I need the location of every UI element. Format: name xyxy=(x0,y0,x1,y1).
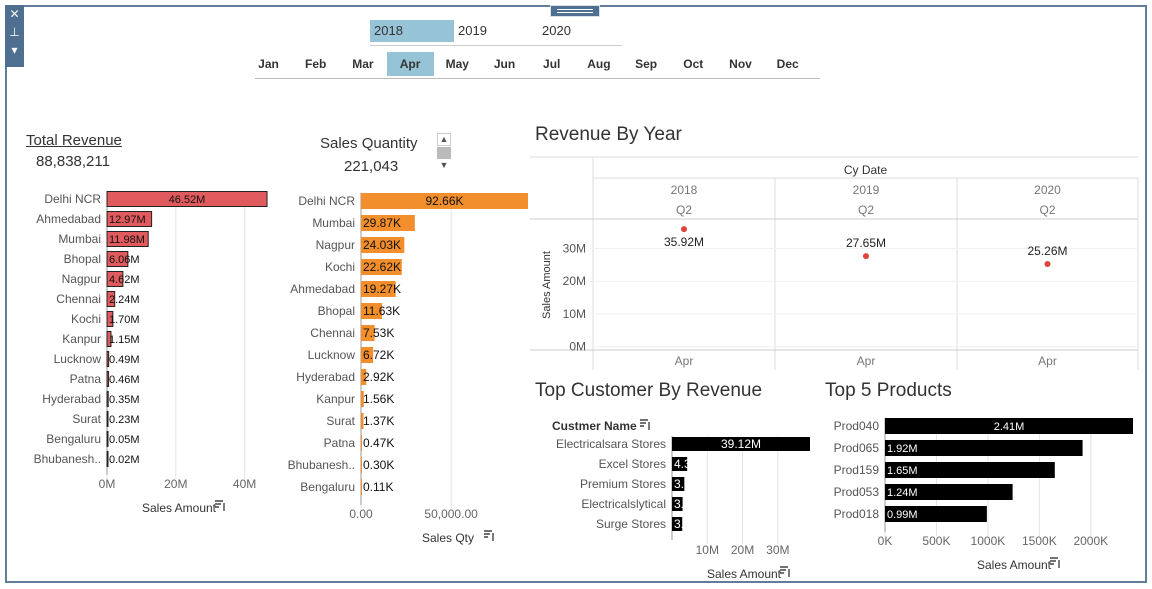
month-option-apr[interactable]: Apr xyxy=(386,52,434,76)
year-option-2020[interactable]: 2020 xyxy=(538,20,622,42)
total-revenue-value: 88,838,211 xyxy=(36,153,110,170)
month-option-oct[interactable]: Oct xyxy=(670,52,717,76)
year-filter: 2018 2019 2020 xyxy=(370,20,622,46)
scroll-up-icon[interactable]: ▲ xyxy=(437,133,451,146)
floating-toolbar: ✕ ⊥ ▾ xyxy=(5,5,24,67)
pin-icon[interactable]: ⊥ xyxy=(5,23,24,41)
top-customer-title: Top Customer By Revenue xyxy=(535,380,763,401)
sales-quantity-title: Sales Quantity xyxy=(320,135,418,152)
kpi-scrollbar[interactable]: ▲ ▼ xyxy=(437,133,451,173)
month-option-dec[interactable]: Dec xyxy=(764,52,811,76)
scroll-thumb[interactable] xyxy=(437,147,451,159)
menu-dropdown-icon[interactable]: ▾ xyxy=(5,41,24,59)
top-products-title: Top 5 Products xyxy=(825,380,952,401)
month-option-jul[interactable]: Jul xyxy=(528,52,575,76)
year-option-2019[interactable]: 2019 xyxy=(454,20,538,42)
month-option-mar[interactable]: Mar xyxy=(339,52,386,76)
month-option-nov[interactable]: Nov xyxy=(717,52,764,76)
grip-icon xyxy=(557,9,593,10)
drag-handle[interactable] xyxy=(550,5,600,17)
revenue-by-year-title: Revenue By Year xyxy=(535,124,682,145)
month-option-feb[interactable]: Feb xyxy=(292,52,339,76)
month-option-jan[interactable]: Jan xyxy=(245,52,292,76)
sales-quantity-value: 221,043 xyxy=(344,158,399,175)
year-option-2018[interactable]: 2018 xyxy=(370,20,454,42)
close-icon[interactable]: ✕ xyxy=(5,5,24,23)
scroll-down-icon[interactable]: ▼ xyxy=(437,160,451,173)
month-option-sep[interactable]: Sep xyxy=(623,52,670,76)
month-filter: Jan Feb Mar Apr May Jun Jul Aug Sep Oct Nov Dec xyxy=(255,52,820,79)
month-option-jun[interactable]: Jun xyxy=(481,52,528,76)
dashboard-frame xyxy=(5,5,1147,583)
total-revenue-title: Total Revenue xyxy=(26,132,122,149)
month-option-may[interactable]: May xyxy=(434,52,481,76)
month-option-aug[interactable]: Aug xyxy=(575,52,622,76)
